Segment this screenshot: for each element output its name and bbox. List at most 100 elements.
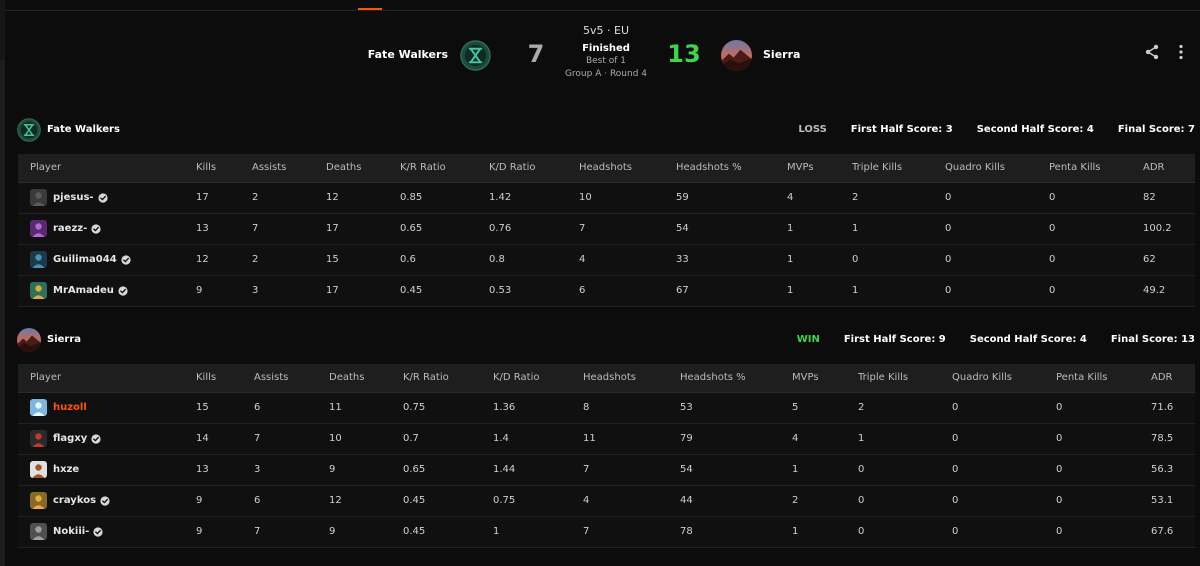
column-header-penta-kills[interactable]: Penta Kills [1037,154,1131,183]
team-scores: WIN First Half Score: 9 Second Half Scor… [797,334,1195,345]
player-link[interactable]: Guilima044 [30,251,184,268]
avatar[interactable] [30,461,47,478]
verified-badge-icon [121,254,131,265]
table-row: MrAmadeu 9 3 17 0.45 0.53 6 67 1 1 0 0 49.2 [18,275,1195,307]
stat-triple-kills: 0 [846,454,940,486]
player-name[interactable]: flagxy [53,433,87,444]
stat-kr-ratio: 0.65 [388,213,477,245]
stat-triple-kills: 1 [846,423,940,455]
stat-kd-ratio: 0.76 [477,213,567,245]
stat-kills: 9 [184,516,242,548]
stat-adr: 56.3 [1139,454,1195,486]
stat-headshots: 4 [571,485,668,517]
column-header-triple-kills[interactable]: Triple Kills [840,154,933,183]
team-name[interactable]: Fate Walkers [47,124,120,135]
share-icon[interactable] [1144,44,1160,60]
avatar[interactable] [30,492,47,509]
player-name[interactable]: pjesus- [53,192,94,203]
column-header-mvps[interactable]: MVPs [775,154,840,183]
stat-penta-kills: 0 [1037,244,1131,276]
column-header-quadro-kills[interactable]: Quadro Kills [933,154,1037,183]
column-header-quadro-kills[interactable]: Quadro Kills [940,364,1044,393]
player-name[interactable]: Nokiii- [53,526,89,537]
column-header-assists[interactable]: Assists [242,364,317,393]
fate-walkers-logo-icon[interactable] [460,40,491,71]
player-link[interactable]: flagxy [30,430,184,447]
avatar[interactable] [30,430,47,447]
player-link[interactable]: hxze [30,461,184,478]
column-header-kr-ratio[interactable]: K/R Ratio [391,364,481,393]
avatar[interactable] [30,282,47,299]
sierra-logo-icon[interactable] [721,40,752,71]
stat-headshots-pct: 54 [664,213,775,245]
stat-kr-ratio: 0.45 [391,485,481,517]
team-left-name[interactable]: Fate Walkers [368,48,448,61]
player-name[interactable]: Guilima044 [53,254,117,265]
fate-walkers-logo-icon[interactable] [17,118,41,142]
stat-penta-kills: 0 [1037,182,1131,214]
table-row: Guilima044 12 2 15 0.6 0.8 4 33 1 0 0 0 62 [18,244,1195,276]
stat-assists: 6 [242,485,317,517]
player-link[interactable]: raezz- [30,220,184,237]
team-right-name[interactable]: Sierra [763,48,800,61]
column-header-kd-ratio[interactable]: K/D Ratio [477,154,567,183]
more-options-icon[interactable] [1176,44,1186,60]
stat-headshots-pct: 53 [668,392,780,424]
column-header-mvps[interactable]: MVPs [780,364,846,393]
team-section-header-fate-walkers: Fate Walkers LOSS First Half Score: 3 Se… [17,118,1195,142]
player-link[interactable]: craykos [30,492,184,509]
column-header-kills[interactable]: Kills [184,154,240,183]
player-name[interactable]: raezz- [53,223,87,234]
column-header-deaths[interactable]: Deaths [317,364,391,393]
stat-quadro-kills: 0 [940,485,1044,517]
player-name[interactable]: craykos [53,495,96,506]
column-header-headshots-pct[interactable]: Headshots % [668,364,780,393]
stat-kr-ratio: 0.7 [391,423,481,455]
player-cell: flagxy [18,423,184,455]
stat-deaths: 9 [317,454,391,486]
column-header-kr-ratio[interactable]: K/R Ratio [388,154,477,183]
stat-deaths: 11 [317,392,391,424]
avatar[interactable] [30,399,47,416]
column-header-kills[interactable]: Kills [184,364,242,393]
scrollbar[interactable] [0,60,5,566]
column-header-kd-ratio[interactable]: K/D Ratio [481,364,571,393]
match-info: 5v5 · EU Finished Best of 1 Group A · Ro… [556,24,656,82]
player-name[interactable]: hxze [53,464,79,475]
table-row: huzoll 15 6 11 0.75 1.36 8 53 5 2 0 0 71.6 [18,392,1195,424]
column-header-player[interactable]: Player [18,364,184,393]
stat-adr: 67.6 [1139,516,1195,548]
stat-kr-ratio: 0.65 [391,454,481,486]
stat-penta-kills: 0 [1037,275,1131,307]
player-cell: pjesus- [18,182,184,214]
avatar[interactable] [30,189,47,206]
final-score: Final Score: 7 [1117,124,1195,135]
column-header-adr[interactable]: ADR [1139,364,1195,393]
avatar[interactable] [30,251,47,268]
column-header-headshots[interactable]: Headshots [567,154,664,183]
stat-quadro-kills: 0 [940,454,1044,486]
verified-badge-icon [100,495,110,506]
column-header-deaths[interactable]: Deaths [314,154,388,183]
team-name[interactable]: Sierra [47,334,81,345]
avatar[interactable] [30,523,47,540]
column-header-assists[interactable]: Assists [240,154,314,183]
player-name[interactable]: MrAmadeu [53,285,114,296]
player-link[interactable]: pjesus- [30,189,184,206]
stat-quadro-kills: 0 [940,516,1044,548]
column-header-penta-kills[interactable]: Penta Kills [1044,364,1139,393]
player-link[interactable]: MrAmadeu [30,282,184,299]
column-header-triple-kills[interactable]: Triple Kills [846,364,940,393]
sierra-logo-icon[interactable] [17,328,41,352]
column-header-headshots[interactable]: Headshots [571,364,668,393]
stat-kd-ratio: 1.4 [481,423,571,455]
avatar[interactable] [30,220,47,237]
column-header-headshots-pct[interactable]: Headshots % [664,154,775,183]
player-cell: Nokiii- [18,516,184,548]
column-header-adr[interactable]: ADR [1131,154,1195,183]
column-header-player[interactable]: Player [18,154,184,183]
player-link[interactable]: huzoll [30,399,184,416]
stat-mvps: 4 [775,182,840,214]
player-name[interactable]: huzoll [53,402,87,413]
player-link[interactable]: Nokiii- [30,523,184,540]
